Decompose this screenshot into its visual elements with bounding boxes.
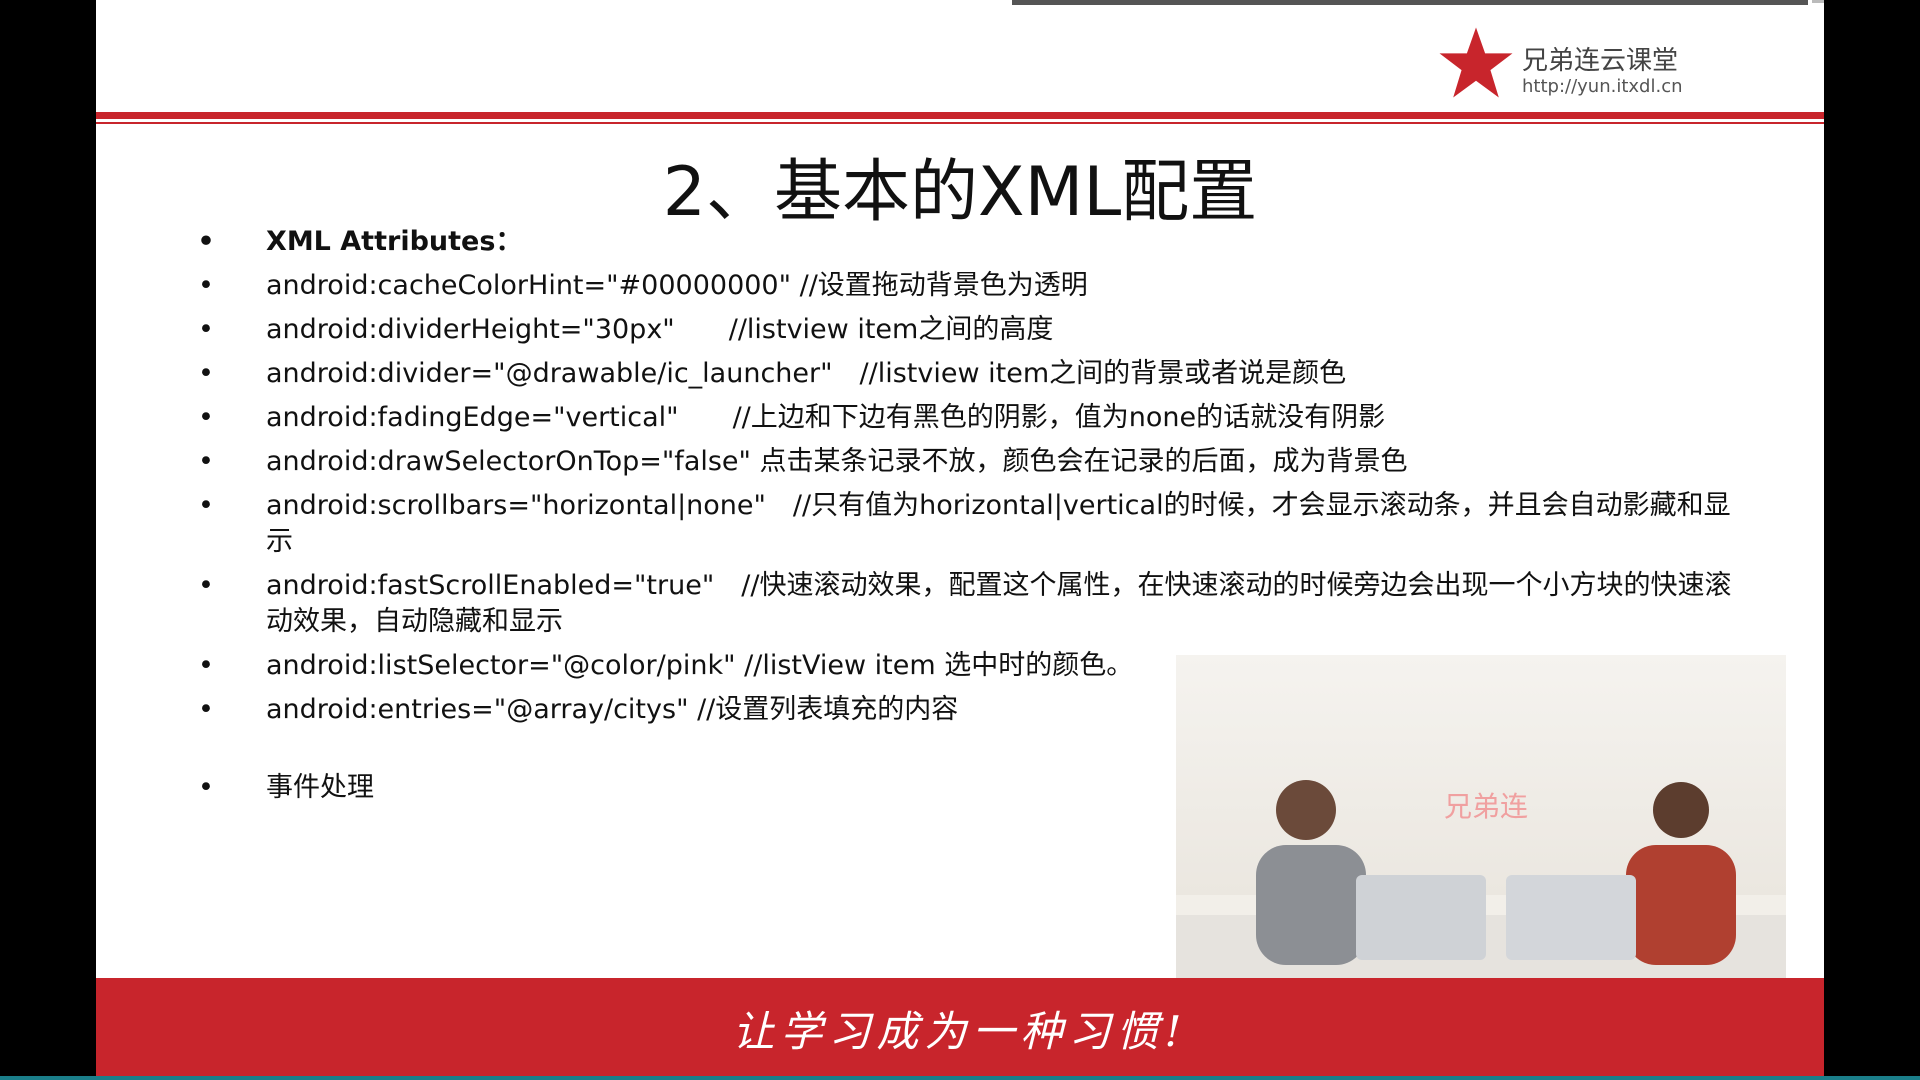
header-divider-thin <box>96 122 1824 124</box>
bullet-item: • XML Attributes： <box>196 224 1756 260</box>
bullet-text: android:fastScrollEnabled="true" //快速滚动效… <box>266 570 1732 637</box>
bullet-dot: • <box>198 446 214 477</box>
bullet-item: • android:cacheColorHint="#00000000" //设置… <box>196 268 1756 304</box>
bullet-text: android:drawSelectorOnTop="false" 点击某条记录… <box>266 446 1408 477</box>
bullet-dot: • <box>198 570 214 601</box>
header-divider <box>96 112 1824 119</box>
bullet-text: android:entries="@array/citys" //设置列表填充的… <box>266 694 959 725</box>
player-bottom-strip <box>0 1076 1920 1080</box>
bullet-item: • android:scrollbars="horizontal|none" //… <box>196 488 1756 560</box>
footer-slogan: 让学习成为一种习惯! <box>732 1007 1188 1056</box>
logo-url: http://yun.itxdl.cn <box>1522 76 1683 97</box>
bullet-text: 事件处理 <box>266 772 374 803</box>
bullet-dot: • <box>198 358 214 389</box>
bullet-dot: • <box>197 226 215 257</box>
bullet-text: android:listSelector="@color/pink" //lis… <box>266 650 1134 681</box>
bullet-dot: • <box>198 270 214 301</box>
bullet-dot: • <box>198 650 214 681</box>
bullet-item: • android:divider="@drawable/ic_launcher"… <box>196 356 1756 392</box>
brand-logo: 兄弟连云课堂 http://yun.itxdl.cn <box>1438 26 1698 102</box>
bullet-dot: • <box>198 694 214 725</box>
bullet-item: • android:fadingEdge="vertical" //上边和下边有黑… <box>196 400 1756 436</box>
bullet-item: • android:drawSelectorOnTop="false" 点击某条记… <box>196 444 1756 480</box>
laptop-icon <box>1506 875 1636 960</box>
bullet-text: android:dividerHeight="30px" //listview … <box>266 314 1054 345</box>
instructor-video-overlay[interactable]: 兄弟连 <box>1176 655 1786 998</box>
slide-title: 2、基本的XML配置 <box>662 153 1258 232</box>
bullet-item: • android:dividerHeight="30px" //listview… <box>196 312 1756 348</box>
bullet-dot: • <box>198 772 214 803</box>
progress-bar-remaining[interactable] <box>1812 0 1824 3</box>
bullet-text: android:fadingEdge="vertical" //上边和下边有黑色… <box>266 402 1386 433</box>
bullet-item: • android:fastScrollEnabled="true" //快速滚动… <box>196 568 1756 640</box>
logo-name: 兄弟连云课堂 <box>1522 46 1679 76</box>
slide: 兄弟连云课堂 http://yun.itxdl.cn 2、基本的XML配置 • X… <box>96 0 1824 1080</box>
star-logo-icon <box>1439 27 1513 98</box>
bullet-dot: • <box>198 314 214 345</box>
bullet-dot: • <box>198 490 214 521</box>
bullet-text: android:divider="@drawable/ic_launcher" … <box>266 358 1347 389</box>
bullet-dot: • <box>198 402 214 433</box>
progress-bar[interactable] <box>1012 0 1808 5</box>
bullet-text: XML Attributes： <box>266 226 523 257</box>
laptop-icon <box>1356 875 1486 960</box>
video-wall-brand: 兄弟连 <box>1444 790 1529 823</box>
bullet-text: android:cacheColorHint="#00000000" //设置拖… <box>266 270 1088 301</box>
bullet-text: android:scrollbars="horizontal|none" //只… <box>266 490 1731 557</box>
